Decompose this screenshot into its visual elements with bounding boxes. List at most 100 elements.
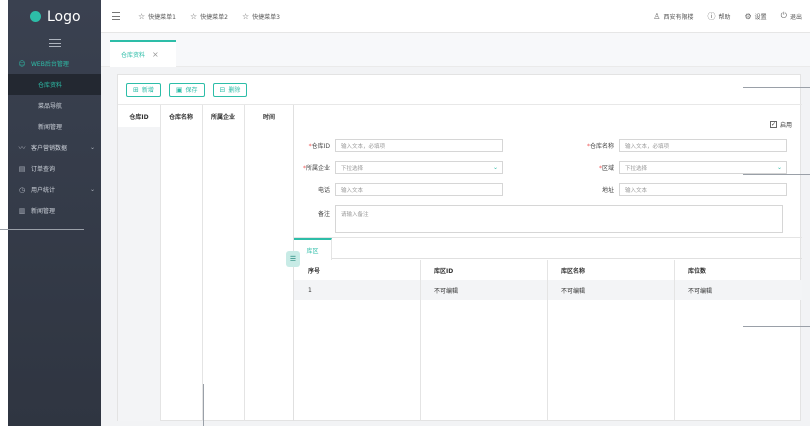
sidebar-collapse-button[interactable] <box>8 33 101 53</box>
menu-toggle-icon[interactable] <box>112 12 120 20</box>
topbar-actions: ♙ 西安有限楼 ⓘ 帮助 ⚙ 设置 ⏻ 退出 <box>653 11 810 22</box>
column-header[interactable]: 所属企业 <box>202 105 244 127</box>
column-header[interactable]: 时间 <box>244 105 294 127</box>
field-label: *所属企业 <box>302 165 330 172</box>
sidebar-subitem-warehouse[interactable]: 仓库资料 <box>8 74 101 95</box>
detail-tabs: 库区 <box>294 237 802 260</box>
column-header[interactable]: 序号 <box>294 260 420 280</box>
close-icon[interactable]: × <box>152 50 159 59</box>
quick-menu-label: 快捷菜单1 <box>148 13 176 21</box>
warehouse-panel: ⊞ 新增 ▣ 保存 ⊟ 删除 仓库ID 仓库名称 所属企业 时间 ✓ 启用 *仓… <box>117 74 802 421</box>
add-label: 新增 <box>141 87 154 94</box>
save-label: 保存 <box>185 87 198 94</box>
guide-line <box>743 87 810 88</box>
logo[interactable]: Logo <box>8 0 101 33</box>
sidebar: Logo ☺ WEB后台管理 仓库资料 菜品导航 新闻管理 〰 客户营销数据 ⌄… <box>8 0 101 426</box>
settings-button[interactable]: ⚙ 设置 <box>744 12 766 21</box>
sidebar-item-label: 客户营销数据 <box>31 145 68 152</box>
add-button[interactable]: ⊞ 新增 <box>126 82 161 97</box>
column-divider <box>674 260 675 421</box>
guide-line <box>0 229 84 230</box>
remark-textarea[interactable]: 请输入备注 <box>335 205 783 233</box>
sidebar-menu: ☺ WEB后台管理 仓库资料 菜品导航 新闻管理 〰 客户营销数据 ⌄ ▤ 订单… <box>8 53 101 221</box>
sidebar-item-label: 用户统计 <box>31 187 56 194</box>
sidebar-item-user-stats[interactable]: ◷ 用户统计 ⌄ <box>8 179 101 200</box>
sidebar-subitem-news[interactable]: 新闻管理 <box>8 116 101 137</box>
delete-button[interactable]: ⊟ 删除 <box>212 82 248 97</box>
guide-line <box>743 174 810 175</box>
company-select[interactable]: 下拉选择 ⌄ <box>335 161 503 174</box>
hamburger-icon <box>48 39 61 47</box>
user-menu[interactable]: ♙ 西安有限楼 <box>653 12 693 21</box>
chevron-down-icon: ⌄ <box>492 164 498 171</box>
enable-checkbox[interactable]: ✓ 启用 <box>769 120 792 129</box>
quick-menu-2[interactable]: ☆ 快捷菜单2 <box>190 12 228 21</box>
field-phone: 电话 输入文本 <box>294 183 503 196</box>
book-icon: ▥ <box>18 206 26 215</box>
table-cell: 不可编辑 <box>688 287 713 295</box>
warehouse-id-input[interactable]: 输入文本，必填项 <box>335 139 503 152</box>
help-label: 帮助 <box>718 13 731 21</box>
plus-square-icon: ⊞ <box>133 85 139 94</box>
zone-table-header: 序号 库区ID 库区名称 库位数 <box>294 260 802 280</box>
column-header[interactable]: 库区ID <box>420 260 547 280</box>
address-input[interactable]: 输入文本 <box>619 183 787 196</box>
topbar: ☆ 快捷菜单1 ☆ 快捷菜单2 ☆ 快捷菜单3 ♙ 西安有限楼 ⓘ 帮助 ⚙ 设… <box>101 0 810 33</box>
sidebar-item-marketing[interactable]: 〰 客户营销数据 ⌄ <box>8 137 101 158</box>
sidebar-group-web-admin[interactable]: ☺ WEB后台管理 <box>8 53 101 74</box>
quick-menu-label: 快捷菜单2 <box>200 13 228 21</box>
star-icon: ☆ <box>138 11 146 21</box>
delete-label: 删除 <box>228 87 241 94</box>
field-address: 地址 输入文本 <box>574 183 787 196</box>
sidebar-subitem-dish-nav[interactable]: 菜品导航 <box>8 95 101 116</box>
clock-icon: ◷ <box>18 185 26 194</box>
quick-menu-label: 快捷菜单3 <box>252 13 280 21</box>
field-label: 备注 <box>317 211 330 218</box>
table-cell: 不可编辑 <box>434 287 459 295</box>
sidebar-item-news[interactable]: ▥ 新闻管理 <box>8 200 101 221</box>
field-region: *区域 下拉选择 ⌄ <box>574 161 787 174</box>
column-header[interactable]: 仓库名称 <box>160 105 202 127</box>
save-button[interactable]: ▣ 保存 <box>168 82 205 97</box>
select-placeholder: 下拉选择 <box>625 165 648 172</box>
logout-button[interactable]: ⏻ 退出 <box>781 11 802 21</box>
sidebar-item-label: 订单查询 <box>31 166 56 173</box>
toolbar: ⊞ 新增 ▣ 保存 ⊟ 删除 <box>118 75 802 105</box>
field-label: 地址 <box>601 187 614 194</box>
zone-table: 序号 库区ID 库区名称 库位数 1 不可编辑 不可编辑 不可编辑 <box>294 260 802 421</box>
sidebar-item-orders[interactable]: ▤ 订单查询 <box>8 158 101 179</box>
guide-line <box>743 326 810 327</box>
sidebar-subitem-label: 菜品导航 <box>38 103 63 110</box>
column-divider <box>547 260 548 421</box>
phone-input[interactable]: 输入文本 <box>335 183 503 196</box>
warehouse-list-table: 仓库ID 仓库名称 所属企业 时间 <box>118 105 294 421</box>
tab-warehouse[interactable]: 仓库资料 × <box>110 40 176 67</box>
tab-label: 仓库资料 <box>121 52 146 59</box>
warehouse-form: ✓ 启用 *仓库ID 输入文本，必填项 *仓库名称 输入文本，必填项 *所属企业… <box>294 105 802 237</box>
quick-menu-1[interactable]: ☆ 快捷菜单1 <box>138 12 176 21</box>
user-icon: ♙ <box>653 11 661 21</box>
column-header[interactable]: 库位数 <box>674 260 802 280</box>
star-icon: ☆ <box>242 11 250 21</box>
region-select[interactable]: 下拉选择 ⌄ <box>619 161 787 174</box>
field-warehouse-name: *仓库名称 输入文本，必填项 <box>574 139 787 152</box>
warehouse-name-input[interactable]: 输入文本，必填项 <box>619 139 787 152</box>
column-header[interactable]: 库区名称 <box>547 260 674 280</box>
field-company: *所属企业 下拉选择 ⌄ <box>294 161 503 174</box>
field-label: *区域 <box>598 165 614 172</box>
column-divider <box>202 105 203 421</box>
power-icon: ⏻ <box>780 11 787 20</box>
table-cell: 1 <box>308 286 312 294</box>
column-header[interactable]: 仓库ID <box>118 105 160 127</box>
settings-label: 设置 <box>754 13 767 21</box>
receipt-icon: ▤ <box>18 164 26 173</box>
help-button[interactable]: ⓘ 帮助 <box>707 11 730 22</box>
trash-icon: ⊟ <box>219 85 226 94</box>
list-first-column-bg <box>118 127 160 421</box>
quick-menu-3[interactable]: ☆ 快捷菜单3 <box>242 12 280 21</box>
chart-line-icon: 〰 <box>18 143 26 152</box>
sidebar-subitem-label: 新闻管理 <box>38 124 63 131</box>
table-cell: 不可编辑 <box>561 287 586 295</box>
column-divider <box>420 260 421 421</box>
table-row[interactable]: 1 不可编辑 不可编辑 不可编辑 <box>294 280 802 300</box>
